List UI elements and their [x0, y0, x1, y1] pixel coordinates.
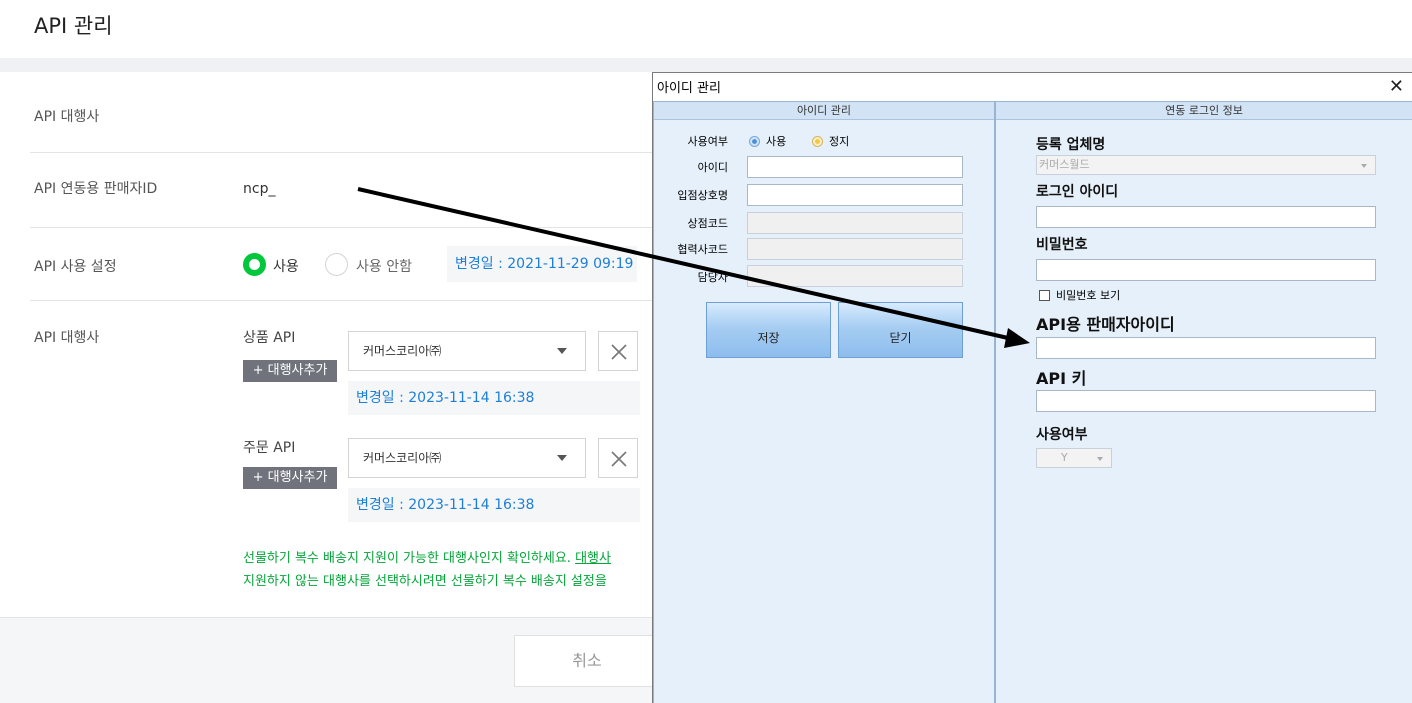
id-label: 아이디	[697, 161, 728, 174]
shop-name-label: 입점상호명	[677, 189, 728, 202]
divider	[30, 300, 670, 301]
usage-use-label[interactable]: 사용	[766, 133, 786, 149]
close-icon	[611, 344, 627, 360]
chevron-down-icon	[1097, 457, 1103, 461]
usage-setting-label: API 사용 설정	[34, 259, 117, 275]
login-id-input[interactable]	[1036, 206, 1376, 228]
id-management-dialog: 아이디 관리 ✕ 아이디 관리 사용여부 사용 정지 아이디 입점상호명 상점코…	[652, 72, 1412, 703]
usage-on-label[interactable]: 사용	[273, 256, 299, 276]
save-button[interactable]: 저장	[706, 302, 831, 358]
order-agency-selected: 커머스코리아㈜	[363, 451, 442, 465]
chevron-down-icon	[557, 348, 567, 354]
login-id-label: 로그인 아이디	[1036, 184, 1119, 200]
gift-note-text: 선물하기 복수 배송지 지원이 가능한 대행사인지 확인하세요.	[243, 551, 571, 566]
password-input[interactable]	[1036, 259, 1376, 281]
login-info-pane: 연동 로그인 정보 등록 업체명 커머스월드 로그인 아이디 비밀번호 비밀번호…	[995, 101, 1412, 703]
right-pane-header: 연동 로그인 정보	[996, 102, 1412, 120]
api-agency-label-2: API 대행사	[34, 330, 100, 346]
order-api-label: 주문 API	[243, 440, 296, 456]
agency-link[interactable]: 대행사	[575, 551, 611, 566]
show-password-checkbox[interactable]	[1039, 290, 1050, 301]
partner-code-input	[747, 238, 963, 260]
order-agency-select[interactable]: 커머스코리아㈜	[348, 438, 586, 478]
password-label: 비밀번호	[1036, 237, 1088, 253]
api-seller-id-input[interactable]	[1036, 337, 1376, 359]
product-agency-selected: 커머스코리아㈜	[363, 344, 442, 358]
product-remove-button[interactable]	[598, 331, 638, 371]
product-agency-select[interactable]: 커머스코리아㈜	[348, 331, 586, 371]
partner-code-label: 협력사코드	[677, 243, 728, 256]
product-api-label: 상품 API	[243, 330, 296, 346]
usage-changed-date: 변경일 : 2021-11-29 09:19	[447, 246, 637, 282]
usage-use-radio[interactable]	[749, 136, 760, 147]
company-combo: 커머스월드	[1036, 155, 1376, 175]
usage-label: 사용여부	[687, 135, 728, 148]
usage-on-radio[interactable]	[243, 253, 266, 276]
dialog-title: 아이디 관리	[657, 81, 721, 96]
seller-id-value: ncp_	[243, 181, 276, 197]
left-pane-header: 아이디 관리	[654, 102, 994, 120]
page-title: API 관리	[34, 14, 113, 38]
show-password-label[interactable]: 비밀번호 보기	[1056, 287, 1120, 303]
order-remove-button[interactable]	[598, 438, 638, 478]
gift-note-line-1: 선물하기 복수 배송지 지원이 가능한 대행사인지 확인하세요. 대행사	[243, 547, 611, 566]
cancel-button[interactable]: 취소	[514, 635, 660, 687]
manager-input	[747, 265, 963, 287]
chevron-down-icon	[557, 455, 567, 461]
order-changed-date: 변경일 : 2023-11-14 16:38	[348, 488, 640, 522]
chevron-down-icon	[1361, 164, 1367, 168]
product-changed-date: 변경일 : 2023-11-14 16:38	[348, 381, 640, 415]
api-agency-label: API 대행사	[34, 109, 100, 125]
product-add-agency-button[interactable]: + 대행사추가	[243, 360, 337, 382]
top-band	[0, 58, 1412, 72]
seller-id-label: API 연동용 판매자ID	[34, 181, 158, 197]
divider	[30, 227, 670, 228]
usage-right-label: 사용여부	[1036, 427, 1088, 443]
usage-right-combo: Y	[1036, 448, 1112, 468]
order-add-agency-button[interactable]: + 대행사추가	[243, 467, 337, 489]
gift-note-line-2: 지원하지 않는 대행사를 선택하시려면 선물하기 복수 배송지 설정을	[243, 574, 607, 589]
usage-stop-radio[interactable]	[812, 136, 823, 147]
shop-code-label: 상점코드	[687, 217, 728, 230]
id-input[interactable]	[747, 156, 963, 178]
id-management-pane: 아이디 관리 사용여부 사용 정지 아이디 입점상호명 상점코드 협력사코드 담…	[653, 101, 995, 703]
company-value: 커머스월드	[1039, 158, 1090, 171]
divider	[30, 152, 670, 153]
api-key-label: API 키	[1036, 369, 1087, 388]
manager-label: 담당자	[697, 271, 728, 284]
usage-right-value: Y	[1061, 451, 1068, 464]
api-seller-id-label: API용 판매자아이디	[1036, 315, 1175, 334]
close-button[interactable]: 닫기	[838, 302, 963, 358]
api-key-input[interactable]	[1036, 390, 1376, 412]
dialog-close-icon[interactable]: ✕	[1389, 76, 1404, 97]
usage-stop-label[interactable]: 정지	[829, 133, 849, 149]
shop-code-input	[747, 212, 963, 234]
usage-off-radio[interactable]	[325, 253, 348, 276]
shop-name-input[interactable]	[747, 184, 963, 206]
company-label: 등록 업체명	[1036, 137, 1106, 153]
close-icon	[611, 451, 627, 467]
usage-off-label[interactable]: 사용 안함	[356, 256, 412, 276]
